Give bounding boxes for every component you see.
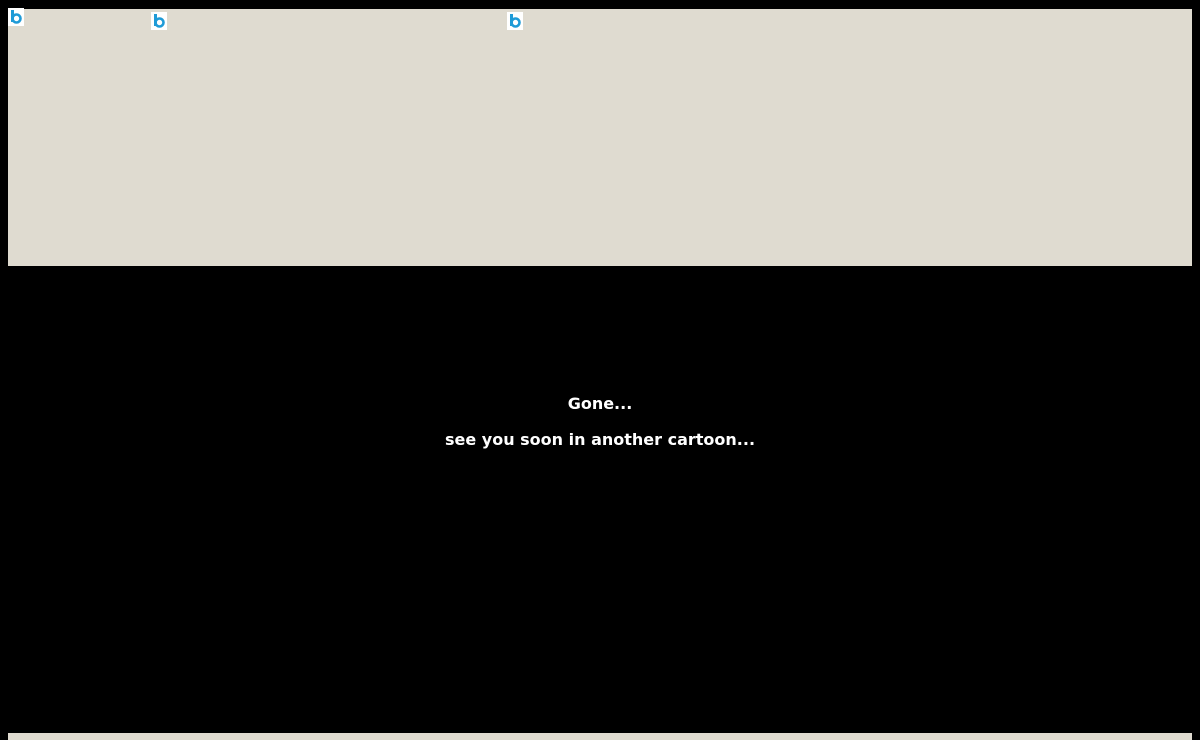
page: Gone... see you soon in another cartoon.… — [0, 0, 1200, 740]
broken-image-icon — [151, 12, 167, 30]
broken-image-icon — [507, 12, 523, 30]
broken-image-icon — [8, 8, 24, 26]
message-line-gone: Gone... — [567, 394, 633, 413]
message-line-see-you-soon: see you soon in another cartoon... — [444, 430, 756, 449]
top-banner — [8, 9, 1192, 266]
bottom-banner — [8, 733, 1192, 740]
farewell-message: Gone... see you soon in another cartoon.… — [0, 393, 1200, 465]
